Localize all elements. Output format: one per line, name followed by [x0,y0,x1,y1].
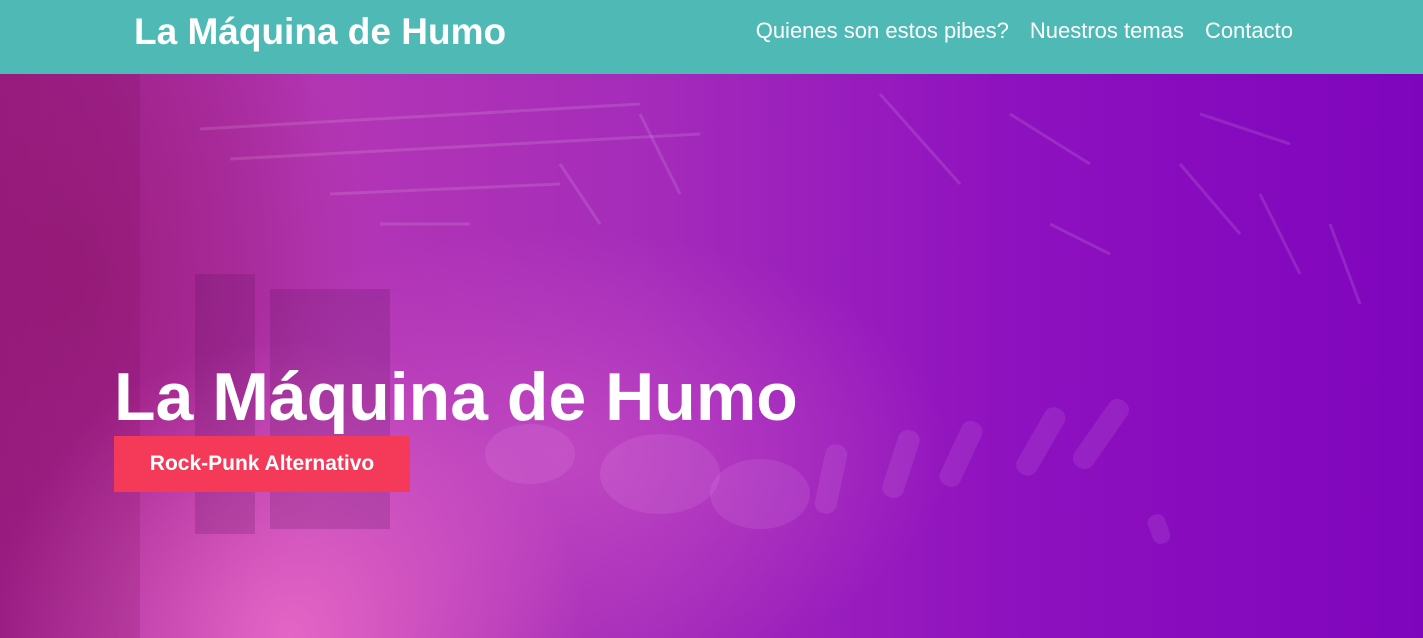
concert-background-image [0,74,1362,638]
hero-title: La Máquina de Humo [114,359,798,435]
nav-link-contacto[interactable]: Contacto [1205,18,1293,44]
nav-link-quienes[interactable]: Quienes son estos pibes? [756,18,1009,44]
genre-badge: Rock-Punk Alternativo [114,436,410,492]
hero-section: La Máquina de Humo Rock-Punk Alternativo [0,74,1423,638]
main-nav: Quienes son estos pibes? Nuestros temas … [756,18,1293,44]
site-header: La Máquina de Humo Quienes son estos pib… [0,0,1423,74]
nav-link-temas[interactable]: Nuestros temas [1030,18,1184,44]
page: La Máquina de Humo Quienes son estos pib… [0,0,1423,638]
brand-link[interactable]: La Máquina de Humo [134,11,506,53]
